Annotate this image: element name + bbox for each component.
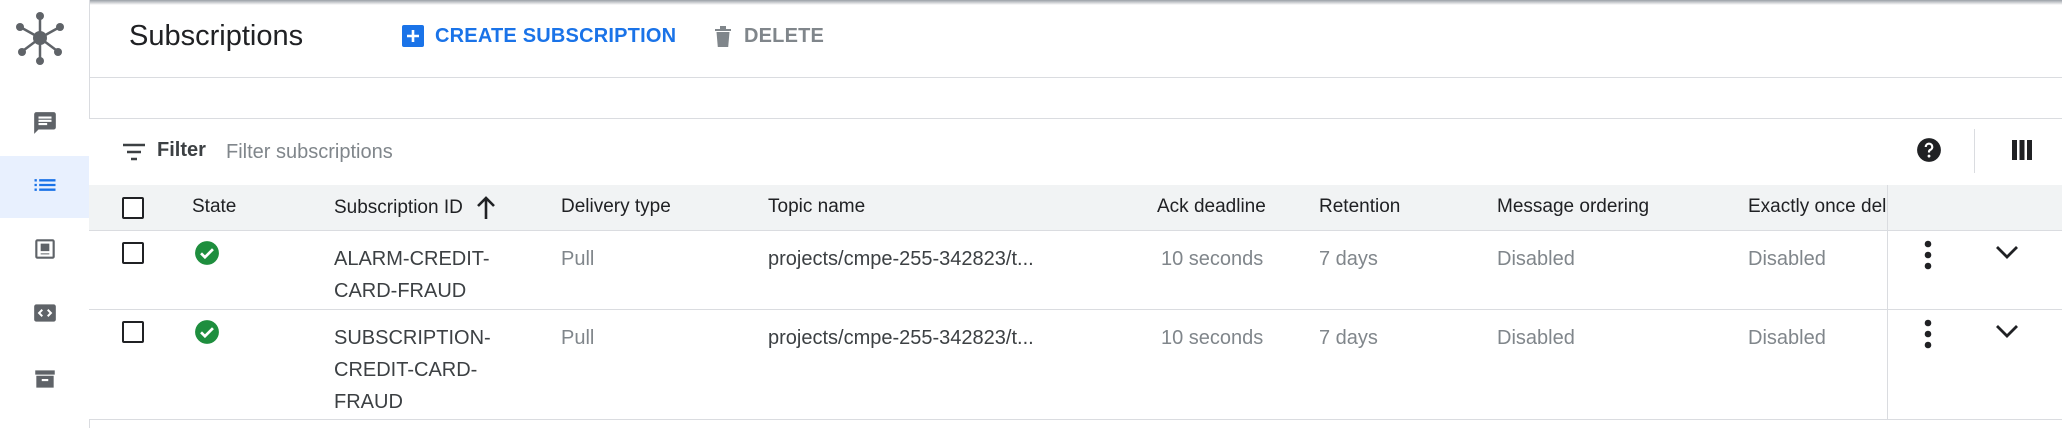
trash-icon <box>712 24 734 48</box>
exactly-once-cell: Disabled <box>1748 327 1826 349</box>
status-check-icon <box>194 319 220 345</box>
nav-schemas[interactable] <box>0 284 89 346</box>
topic-name-cell[interactable]: projects/cmpe-255-342823/t... <box>768 243 1034 275</box>
more-vert-icon[interactable] <box>1921 318 1935 350</box>
filter-bar: Filter <box>89 118 2062 186</box>
chevron-down-icon[interactable] <box>1994 322 2020 340</box>
nav-topics[interactable] <box>0 94 89 156</box>
status-check-icon <box>194 240 220 266</box>
delete-button[interactable]: DELETE <box>712 24 824 48</box>
table-header-row: State Subscription ID Delivery type Topi… <box>89 185 2062 231</box>
nav-archive[interactable] <box>0 350 89 412</box>
help-icon[interactable] <box>1916 137 1942 168</box>
more-vert-icon[interactable] <box>1921 239 1935 271</box>
column-header-message-ordering[interactable]: Message ordering <box>1497 196 1649 218</box>
column-header-subscription-id-label: Subscription ID <box>334 197 463 218</box>
chat-bubble-icon <box>32 110 58 141</box>
select-all-checkbox[interactable] <box>122 197 144 219</box>
exactly-once-cell: Disabled <box>1748 248 1826 270</box>
left-nav-rail <box>0 0 90 428</box>
subscription-id-line: SUBSCRIPTION- <box>334 327 491 349</box>
delivery-type-cell: Pull <box>561 248 595 270</box>
subscription-id-cell[interactable]: SUBSCRIPTION- CREDIT-CARD- FRAUD <box>334 322 504 418</box>
code-icon <box>32 300 58 331</box>
retention-cell: 7 days <box>1319 327 1378 349</box>
delete-label: DELETE <box>744 24 825 47</box>
column-header-delivery-type[interactable]: Delivery type <box>561 196 671 218</box>
page-header: Subscriptions CREATE SUBSCRIPTION DELETE <box>89 0 2062 78</box>
snapshot-icon <box>32 236 58 267</box>
subscription-id-line: CARD-FRAUD <box>334 280 467 302</box>
delivery-type-cell: Pull <box>561 327 595 349</box>
archive-icon <box>32 366 58 397</box>
row-checkbox[interactable] <box>122 242 144 264</box>
column-header-state[interactable]: State <box>192 196 236 218</box>
message-ordering-cell: Disabled <box>1497 327 1575 349</box>
filter-input[interactable] <box>224 135 1128 169</box>
subscription-id-cell[interactable]: ALARM-CREDIT- CARD-FRAUD <box>334 243 504 307</box>
toolbar-divider <box>1974 129 1975 173</box>
column-display-icon[interactable] <box>2011 139 2033 166</box>
message-ordering-cell: Disabled <box>1497 248 1575 270</box>
ack-deadline-cell: 10 seconds <box>1161 327 1264 349</box>
row-checkbox[interactable] <box>122 321 144 343</box>
ack-deadline-cell: 10 seconds <box>1161 248 1264 270</box>
column-header-ack-deadline[interactable]: Ack deadline <box>1157 196 1266 218</box>
list-icon <box>31 171 59 204</box>
subscription-id-line: CREDIT-CARD- <box>334 359 478 381</box>
column-header-topic-name[interactable]: Topic name <box>768 196 865 218</box>
column-header-retention[interactable]: Retention <box>1319 196 1400 218</box>
table-row[interactable]: ALARM-CREDIT- CARD-FRAUD Pull projects/c… <box>89 231 2062 310</box>
page-title: Subscriptions <box>129 20 304 52</box>
subscription-id-line: FRAUD <box>334 391 403 413</box>
subscription-id-line: ALARM-CREDIT- <box>334 248 490 270</box>
retention-cell: 7 days <box>1319 248 1378 270</box>
filter-label[interactable]: Filter <box>157 139 206 162</box>
sort-ascending-icon <box>475 196 497 220</box>
create-subscription-button[interactable]: CREATE SUBSCRIPTION <box>401 24 676 48</box>
topic-name-cell[interactable]: projects/cmpe-255-342823/t... <box>768 322 1034 354</box>
filter-lines-icon[interactable] <box>122 141 146 168</box>
nav-snapshots[interactable] <box>0 220 89 282</box>
create-subscription-label: CREATE SUBSCRIPTION <box>435 24 677 47</box>
pubsub-logo-icon[interactable] <box>12 10 68 66</box>
column-header-subscription-id[interactable]: Subscription ID <box>334 196 497 220</box>
nav-subscriptions[interactable] <box>0 156 89 218</box>
table-row[interactable]: SUBSCRIPTION- CREDIT-CARD- FRAUD Pull pr… <box>89 310 2062 420</box>
chevron-down-icon[interactable] <box>1994 243 2020 261</box>
add-box-icon <box>401 24 425 48</box>
sticky-actions-header <box>1888 185 2062 230</box>
